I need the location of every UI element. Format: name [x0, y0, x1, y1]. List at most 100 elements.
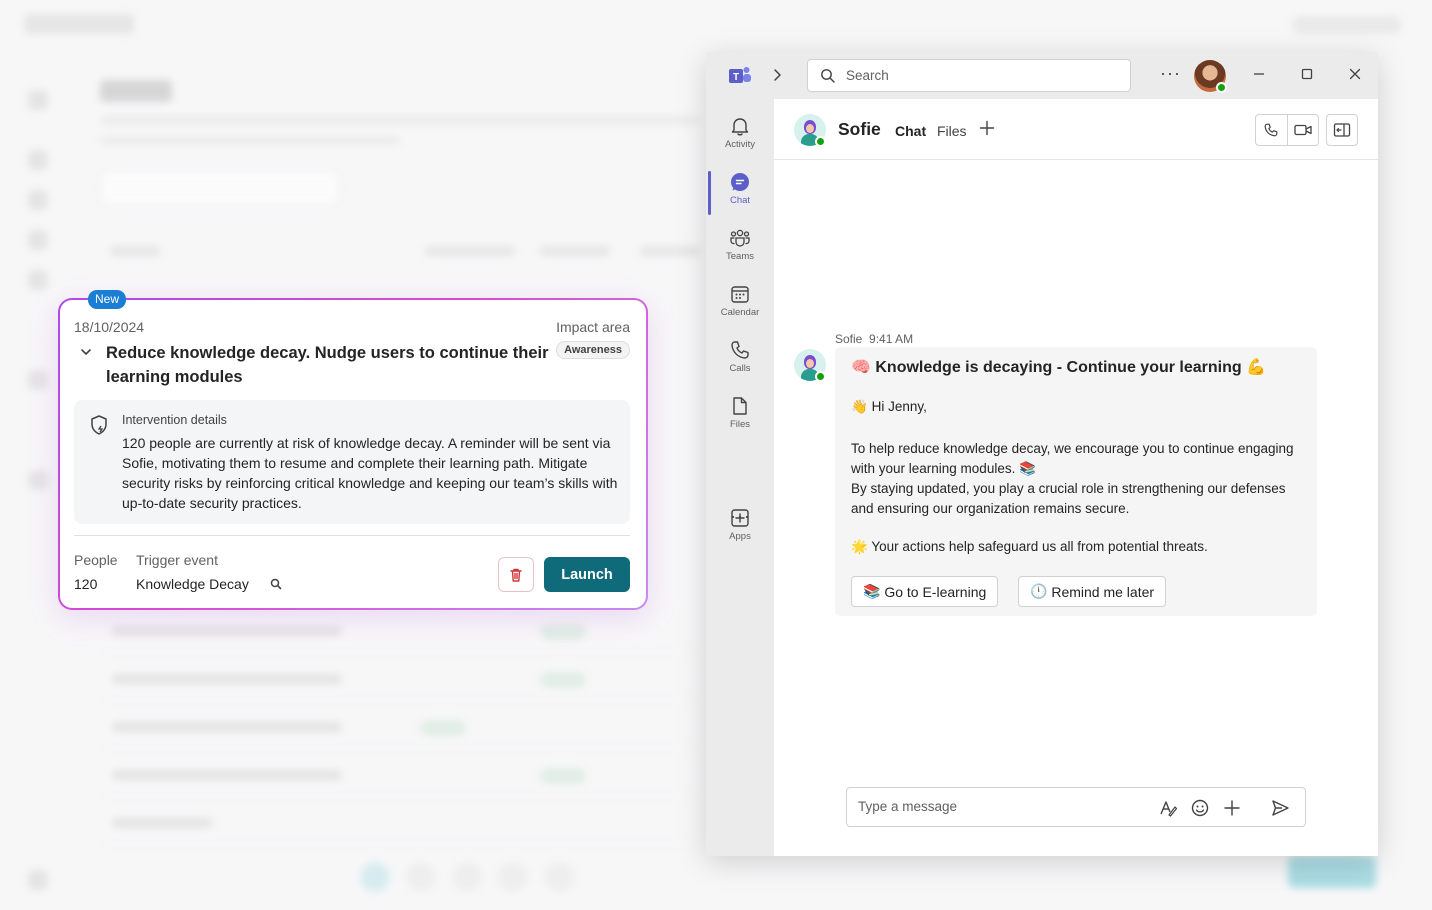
rail-item-apps[interactable]: Apps — [706, 501, 774, 553]
background-description — [100, 116, 700, 125]
background-row — [100, 612, 700, 652]
presence-available-icon — [815, 371, 826, 382]
intervention-card-body: New 18/10/2024 Impact area Reduce knowle… — [60, 290, 646, 608]
message-title: 🧠 Knowledge is decaying - Continue your … — [851, 357, 1266, 377]
remind-me-later-label: Remind me later — [1051, 583, 1155, 600]
divider — [74, 535, 630, 536]
background-title — [100, 80, 172, 102]
delete-button[interactable] — [498, 557, 534, 592]
star-icon: 🌟 — [851, 539, 868, 554]
presence-available-icon — [1216, 82, 1227, 93]
background-user — [1292, 16, 1402, 34]
rail-item-calls[interactable]: Calls — [706, 333, 774, 385]
file-icon — [733, 397, 747, 415]
brain-icon: 🧠 — [851, 359, 871, 376]
intervention-card: New 18/10/2024 Impact area Reduce knowle… — [58, 290, 648, 610]
rail-label: Activity — [724, 139, 756, 150]
rail-label: Calendar — [720, 307, 760, 318]
phone-icon — [731, 341, 749, 359]
search-input[interactable]: Search — [807, 59, 1131, 92]
message-compose-box[interactable]: Type a message — [846, 787, 1306, 827]
phone-icon — [1264, 123, 1278, 137]
teams-window: T Search ··· Activity Chat Teams Calenda… — [706, 52, 1378, 856]
books-icon: 📚 — [1019, 461, 1036, 476]
message-bubble: 🧠 Knowledge is decaying - Continue your … — [835, 347, 1317, 616]
format-icon[interactable] — [1158, 798, 1178, 818]
teams-icon — [730, 229, 750, 247]
rail-label: Apps — [729, 531, 751, 542]
remind-me-later-button[interactable]: 🕛 Remind me later — [1018, 576, 1167, 607]
rail-label: Chat — [729, 195, 751, 206]
chat-name: Sofie — [838, 119, 881, 139]
new-badge: New — [88, 290, 127, 309]
background-row — [100, 756, 700, 796]
rail-item-activity[interactable]: Activity — [706, 109, 774, 161]
intervention-details-text: 120 people are currently at risk of know… — [122, 435, 618, 511]
message-meta: Sofie 9:41 AM — [835, 332, 913, 346]
apps-icon — [731, 509, 749, 527]
intervention-date: 18/10/2024 — [74, 319, 145, 335]
add-icon[interactable] — [1222, 798, 1242, 818]
background-row — [100, 708, 700, 748]
background-search — [100, 170, 340, 206]
call-buttons — [1255, 114, 1319, 146]
title-bar: T Search ··· — [706, 52, 1378, 99]
people-label: People — [74, 552, 118, 568]
popout-button[interactable] — [1326, 114, 1358, 146]
intervention-details-heading: Intervention details — [122, 413, 227, 427]
search-icon — [821, 69, 835, 83]
teams-logo-icon: T — [729, 67, 751, 83]
rail-item-calendar[interactable]: Calendar — [706, 277, 774, 329]
compose-placeholder: Type a message — [858, 799, 958, 814]
rail-item-chat[interactable]: Chat — [706, 165, 774, 217]
rail-item-teams[interactable]: Teams — [706, 221, 774, 273]
add-tab-icon[interactable] — [979, 120, 995, 136]
emoji-icon[interactable] — [1190, 798, 1210, 818]
people-count: 120 — [74, 576, 98, 592]
trash-icon — [510, 568, 522, 582]
intervention-details-panel: Intervention details 120 people are curr… — [74, 400, 630, 524]
message-sender: Sofie — [835, 332, 863, 346]
message-greeting: 👋 Hi Jenny, — [851, 399, 927, 415]
clock-icon: 🕛 — [1030, 583, 1048, 599]
intervention-title: Reduce knowledge decay. Nudge users to c… — [106, 344, 549, 386]
go-to-elearning-label: Go to E-learning — [884, 583, 987, 600]
flexed-biceps-icon: 💪 — [1246, 359, 1267, 376]
background-row — [100, 804, 700, 844]
close-icon[interactable] — [1348, 67, 1362, 81]
rail-label: Files — [729, 419, 751, 430]
message-body-line: By staying updated, you play a crucial r… — [851, 481, 1286, 516]
background-pagination — [360, 862, 580, 894]
message-greeting-text: Hi Jenny, — [871, 399, 927, 414]
active-indicator — [708, 171, 711, 215]
video-camera-icon — [1294, 124, 1312, 136]
background-row — [100, 660, 700, 700]
video-call-button[interactable] — [1286, 115, 1319, 145]
impact-area-label: Impact area — [556, 319, 630, 335]
impact-area-tag: Awareness — [556, 341, 630, 359]
send-icon[interactable] — [1270, 798, 1290, 818]
rail-label: Calls — [729, 363, 751, 374]
background-button — [1288, 856, 1376, 888]
background-logo — [24, 14, 134, 34]
chevron-right-icon[interactable] — [770, 68, 784, 82]
tab-chat[interactable]: Chat — [895, 123, 926, 139]
minimize-icon[interactable] — [1252, 67, 1266, 81]
go-to-elearning-button[interactable]: 📚 Go to E-learning — [851, 576, 999, 607]
background-header — [0, 0, 1432, 50]
svg-text:T: T — [733, 72, 739, 83]
background-description — [100, 136, 400, 145]
message-time: 9:41 AM — [869, 332, 914, 346]
popout-icon — [1333, 123, 1351, 137]
chevron-down-icon[interactable] — [80, 346, 92, 358]
more-options-icon[interactable]: ··· — [1160, 64, 1180, 84]
rail-item-files[interactable]: Files — [706, 389, 774, 441]
launch-button[interactable]: Launch — [544, 557, 630, 592]
calendar-icon — [731, 286, 749, 303]
maximize-icon[interactable] — [1300, 67, 1314, 81]
search-icon[interactable] — [270, 578, 282, 590]
message-title-text: Knowledge is decaying - Continue your le… — [875, 359, 1242, 376]
tab-files[interactable]: Files — [937, 123, 967, 139]
books-icon: 📚 — [863, 583, 881, 599]
audio-call-button[interactable] — [1256, 115, 1287, 145]
